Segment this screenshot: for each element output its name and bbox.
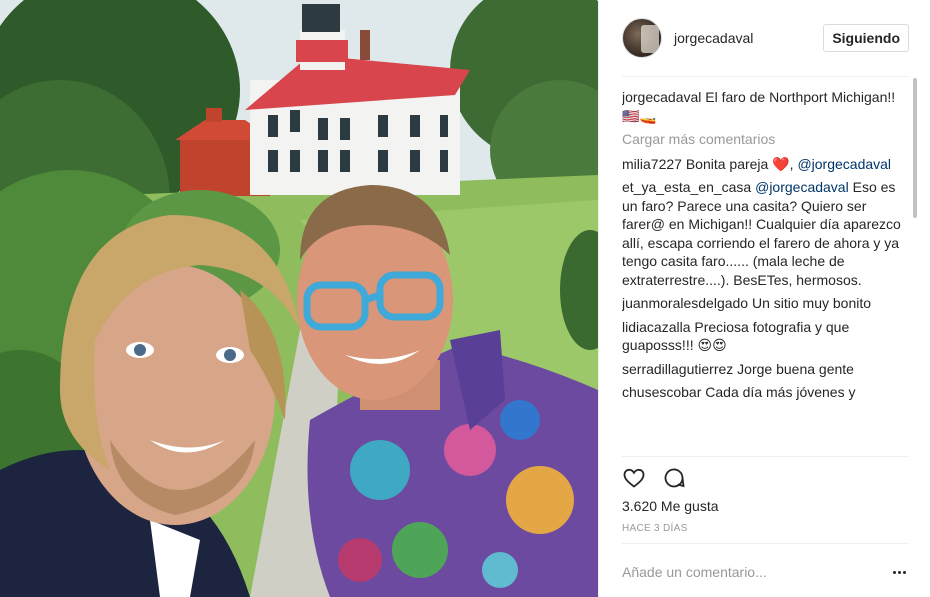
scrollbar-thumb[interactable] xyxy=(913,78,917,218)
avatar[interactable] xyxy=(622,18,662,58)
comment-author-link[interactable]: milia7227 xyxy=(622,156,682,172)
photo-illustration xyxy=(0,0,598,597)
likes-count[interactable]: 3.620 Me gusta xyxy=(622,498,719,514)
comment-text: Eso es un faro? Parece una casita? Quier… xyxy=(622,179,901,288)
username-link[interactable]: jorgecadaval xyxy=(674,30,823,46)
instagram-post: jorgecadaval Siguiendo jorgecadaval El f… xyxy=(0,0,930,597)
comment-author-link[interactable]: serradillagutierrez xyxy=(622,361,733,377)
post-actions xyxy=(622,464,686,492)
comment-text: Bonita pareja ❤️, xyxy=(681,155,798,172)
post-side-panel: jorgecadaval Siguiendo jorgecadaval El f… xyxy=(598,0,930,597)
list-item: et_ya_esta_en_casa @jorgecadaval Eso es … xyxy=(622,178,909,289)
comment-text: Jorge buena gente xyxy=(733,360,854,377)
comment-text: Cada día más jóvenes y xyxy=(701,384,856,400)
comments-scrollbar[interactable] xyxy=(913,78,917,456)
heart-icon[interactable] xyxy=(622,466,646,490)
comment-author-link[interactable]: juanmoralesdelgado xyxy=(622,295,748,311)
mention-link[interactable]: @jorgecadaval xyxy=(755,179,849,195)
following-button[interactable]: Siguiendo xyxy=(823,24,909,52)
mention-link[interactable]: @jorgecadaval xyxy=(797,156,891,172)
divider xyxy=(622,76,909,77)
list-item: serradillagutierrez Jorge buena gente xyxy=(622,360,909,379)
caption-author-link[interactable]: jorgecadaval xyxy=(622,89,701,105)
caption: jorgecadaval El faro de Northport Michig… xyxy=(622,88,909,125)
post-timestamp[interactable]: HACE 3 DÍAS xyxy=(622,523,688,534)
list-item: chusescobar Cada día más jóvenes y xyxy=(622,383,909,402)
add-comment-bar xyxy=(622,556,909,588)
comment-text: Un sitio muy bonito xyxy=(748,295,872,311)
comments-list[interactable]: jorgecadaval El faro de Northport Michig… xyxy=(622,88,909,454)
divider xyxy=(622,456,909,457)
comment-author-link[interactable]: chusescobar xyxy=(622,384,701,400)
list-item: juanmoralesdelgado Un sitio muy bonito xyxy=(622,294,909,313)
list-item: lidiacazalla Preciosa fotografia y que g… xyxy=(622,318,909,355)
comment-author-link[interactable]: lidiacazalla xyxy=(622,319,690,335)
list-item: milia7227 Bonita pareja ❤️, @jorgecadava… xyxy=(622,155,909,174)
comment-bubble-icon[interactable] xyxy=(662,466,686,490)
post-photo[interactable] xyxy=(0,0,598,597)
more-options-icon[interactable] xyxy=(889,562,909,582)
comment-input[interactable] xyxy=(622,564,889,580)
post-header: jorgecadaval Siguiendo xyxy=(622,14,909,62)
comment-author-link[interactable]: et_ya_esta_en_casa xyxy=(622,179,751,195)
divider xyxy=(622,543,909,544)
load-more-comments-link[interactable]: Cargar más comentarios xyxy=(622,130,909,149)
